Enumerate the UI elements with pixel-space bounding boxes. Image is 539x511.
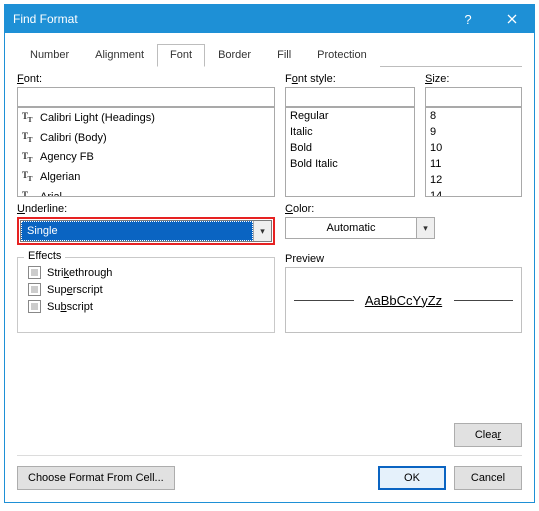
list-item[interactable]: TTCalibri Light (Headings) xyxy=(18,108,274,128)
list-item[interactable]: Regular xyxy=(286,108,414,124)
color-label: Color: xyxy=(285,203,435,215)
size-input[interactable] xyxy=(425,87,522,107)
color-combo[interactable]: Automatic ▾ xyxy=(285,217,435,239)
preview-box: AaBbCcYyZz xyxy=(285,267,522,333)
ok-button[interactable]: OK xyxy=(378,466,446,490)
tab-border[interactable]: Border xyxy=(205,44,264,67)
effects-group: Effects Strikethrough Superscript Subscr… xyxy=(17,257,275,333)
truetype-icon: TT xyxy=(22,168,36,186)
truetype-icon: TT xyxy=(22,109,36,127)
truetype-icon: TT xyxy=(22,149,36,167)
find-format-dialog: Find Format ? Number Alignment Font Bord… xyxy=(4,4,535,503)
truetype-icon: TT xyxy=(22,188,36,197)
help-button[interactable]: ? xyxy=(446,5,490,33)
tab-protection[interactable]: Protection xyxy=(304,44,380,67)
chevron-down-icon[interactable]: ▾ xyxy=(416,218,434,238)
close-button[interactable] xyxy=(490,5,534,33)
list-item[interactable]: Bold Italic xyxy=(286,156,414,172)
list-item[interactable]: Italic xyxy=(286,124,414,140)
tab-strip: Number Alignment Font Border Fill Protec… xyxy=(17,43,522,67)
client-area: Number Alignment Font Border Fill Protec… xyxy=(5,33,534,502)
font-style-label: Font style: xyxy=(285,73,415,85)
size-label: Size: xyxy=(425,73,522,85)
preview-label: Preview xyxy=(285,253,522,265)
list-item[interactable]: 10 xyxy=(426,140,521,156)
superscript-checkbox[interactable]: Superscript xyxy=(28,283,264,296)
underline-combo[interactable]: Single ▾ xyxy=(20,220,272,242)
font-label: Font: xyxy=(17,73,275,85)
subscript-checkbox[interactable]: Subscript xyxy=(28,300,264,313)
choose-format-from-cell-button[interactable]: Choose Format From Cell... xyxy=(17,466,175,490)
font-style-input[interactable] xyxy=(285,87,415,107)
tab-fill[interactable]: Fill xyxy=(264,44,304,67)
list-item[interactable]: 8 xyxy=(426,108,521,124)
tab-font[interactable]: Font xyxy=(157,44,205,67)
list-item[interactable]: 12 xyxy=(426,172,521,188)
list-item[interactable]: 14 xyxy=(426,188,521,197)
checkbox-icon xyxy=(28,283,41,296)
list-item[interactable]: TTCalibri (Body) xyxy=(18,128,274,148)
preview-baseline xyxy=(294,300,354,301)
list-item[interactable]: TTAgency FB xyxy=(18,148,274,168)
tab-number[interactable]: Number xyxy=(17,44,82,67)
list-item[interactable]: 11 xyxy=(426,156,521,172)
underline-label: Underline: xyxy=(17,203,275,215)
list-item[interactable]: 9 xyxy=(426,124,521,140)
size-listbox[interactable]: 8 9 10 11 12 14 xyxy=(425,107,522,197)
underline-highlight-annotation: Single ▾ xyxy=(17,217,275,245)
truetype-icon: TT xyxy=(22,129,36,147)
preview-baseline xyxy=(454,300,514,301)
font-input[interactable] xyxy=(17,87,275,107)
underline-value: Single xyxy=(21,221,253,241)
color-value: Automatic xyxy=(286,222,416,234)
titlebar: Find Format ? xyxy=(5,5,534,33)
cancel-button[interactable]: Cancel xyxy=(454,466,522,490)
tab-alignment[interactable]: Alignment xyxy=(82,44,157,67)
window-title: Find Format xyxy=(13,12,446,26)
list-item[interactable]: TTArial xyxy=(18,187,274,197)
font-style-listbox[interactable]: Regular Italic Bold Bold Italic xyxy=(285,107,415,197)
checkbox-icon xyxy=(28,266,41,279)
preview-text: AaBbCcYyZz xyxy=(357,293,450,308)
checkbox-icon xyxy=(28,300,41,313)
font-listbox[interactable]: TTCalibri Light (Headings) TTCalibri (Bo… xyxy=(17,107,275,197)
chevron-down-icon[interactable]: ▾ xyxy=(253,221,271,241)
strikethrough-checkbox[interactable]: Strikethrough xyxy=(28,266,264,279)
clear-button[interactable]: Clear xyxy=(454,423,522,447)
effects-group-title: Effects xyxy=(24,250,65,262)
list-item[interactable]: TTAlgerian xyxy=(18,167,274,187)
list-item[interactable]: Bold xyxy=(286,140,414,156)
